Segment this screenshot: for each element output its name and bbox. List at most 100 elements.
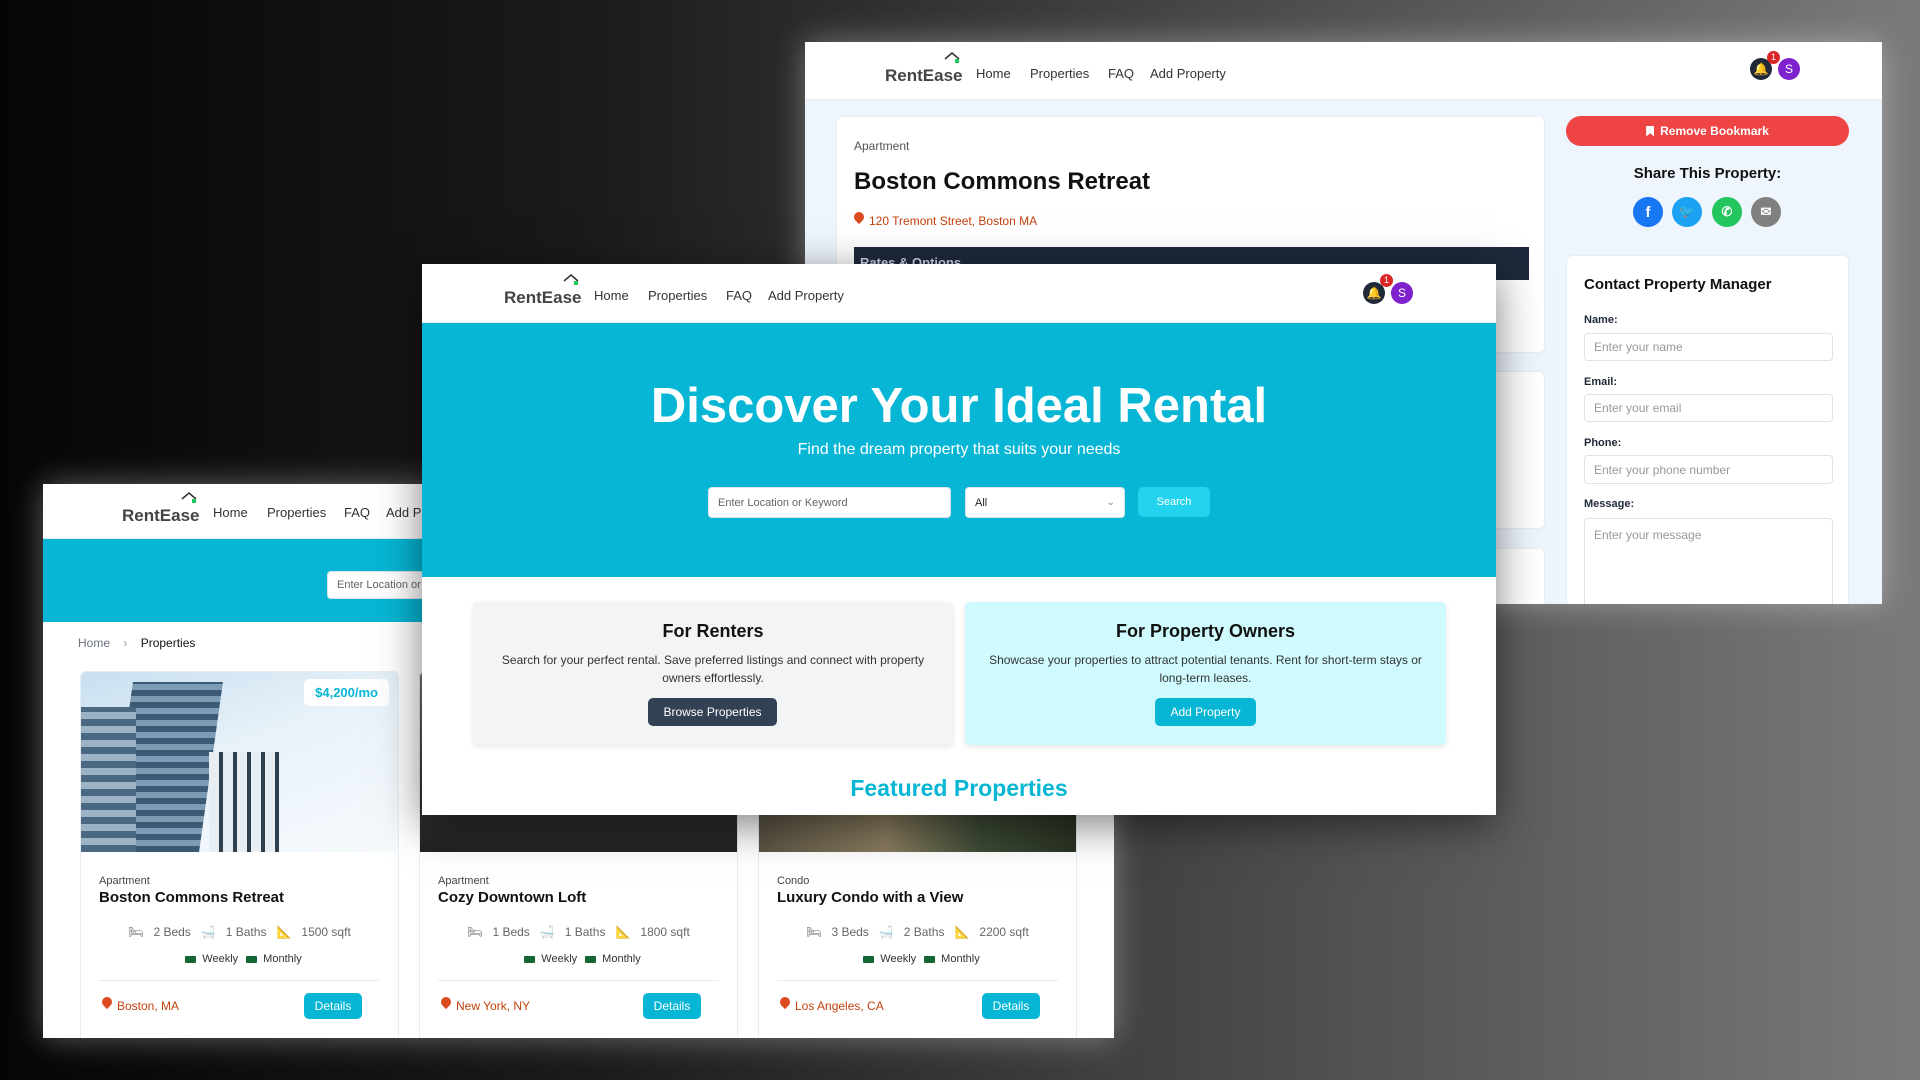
property-address: 120 Tremont Street, Boston MA — [851, 209, 1037, 228]
owners-title: For Property Owners — [1115, 621, 1296, 641]
bed-icon: 🛏 — [806, 925, 822, 939]
rental-terms: Weekly Monthly — [759, 953, 1076, 965]
nav-faq[interactable]: FAQ — [1108, 66, 1134, 81]
breadcrumb-home[interactable]: Home — [78, 636, 110, 650]
building-shape — [209, 752, 279, 852]
contact-title: Contact Property Manager — [1584, 276, 1772, 293]
nav-home[interactable]: Home — [594, 288, 629, 303]
contact-manager-card: Contact Property Manager Name: Enter you… — [1566, 255, 1849, 604]
property-card: $4,200/mo Apartment Boston Commons Retre… — [80, 671, 399, 1038]
nav-properties[interactable]: Properties — [648, 288, 707, 303]
property-type: Condo — [777, 875, 810, 887]
house-icon — [944, 52, 960, 63]
bed-icon: 🛏 — [467, 925, 483, 939]
remove-bookmark-button[interactable]: Remove Bookmark — [1566, 116, 1849, 146]
brand-text: RentEase — [504, 288, 582, 307]
bookmark-icon — [1646, 125, 1655, 137]
hero-section: Discover Your Ideal Rental Find the drea… — [422, 323, 1496, 577]
brand-logo[interactable]: RentEase — [122, 492, 200, 526]
phone-input[interactable]: Enter your phone number — [1584, 455, 1833, 484]
nav-faq[interactable]: FAQ — [726, 288, 752, 303]
renters-text: Search for your perfect rental. Save pre… — [501, 653, 925, 685]
message-label: Message: — [1584, 498, 1635, 510]
navbar: RentEase Home Properties FAQ Add Propert… — [422, 264, 1496, 323]
price-badge: $4,200/mo — [304, 679, 389, 706]
twitter-icon[interactable]: 🐦 — [1672, 197, 1702, 227]
property-specs: 🛏 1 Beds 🛁 1 Baths 📐 1800 sqft — [467, 925, 690, 939]
email-icon[interactable]: ✉ — [1751, 197, 1781, 227]
brand-logo[interactable]: RentEase — [504, 274, 582, 308]
property-location: Boston, MA — [99, 994, 179, 1013]
rental-terms: Weekly Monthly — [81, 953, 398, 965]
nav-properties[interactable]: Properties — [1030, 66, 1089, 81]
property-specs: 🛏 3 Beds 🛁 2 Baths 📐 2200 sqft — [806, 925, 1029, 939]
property-title: Boston Commons Retreat — [854, 168, 1151, 195]
share-heading: Share This Property: — [1633, 165, 1782, 182]
details-button[interactable]: Details — [982, 993, 1040, 1019]
brand-text: RentEase — [122, 506, 200, 525]
owners-card: For Property Owners Showcase your proper… — [965, 602, 1446, 745]
message-textarea[interactable]: Enter your message — [1584, 518, 1833, 604]
browse-properties-button[interactable]: Browse Properties — [648, 698, 777, 726]
house-icon — [563, 274, 579, 285]
chevron-down-icon: ⌄ — [1106, 497, 1115, 508]
phone-label: Phone: — [1584, 437, 1622, 449]
home-window: RentEase Home Properties FAQ Add Propert… — [422, 264, 1496, 815]
property-image: $4,200/mo — [81, 672, 398, 852]
nav-add-property[interactable]: Add Property — [768, 288, 844, 303]
rental-terms: Weekly Monthly — [420, 953, 737, 965]
property-type: Apartment — [438, 875, 489, 887]
avatar[interactable]: S — [1391, 282, 1413, 304]
divider — [438, 980, 719, 981]
nav-add-property[interactable]: Add Property — [1150, 66, 1226, 81]
bath-icon: 🛁 — [200, 925, 216, 939]
nav-properties[interactable]: Properties — [267, 505, 326, 520]
ruler-icon: 📐 — [276, 925, 292, 939]
breadcrumb-current: Properties — [140, 636, 196, 650]
building-shape — [81, 707, 136, 852]
search-button[interactable]: Search — [1138, 487, 1210, 517]
money-icon — [924, 955, 936, 963]
owners-text: Showcase your properties to attract pote… — [989, 653, 1422, 685]
chevron-right-icon: › — [123, 636, 128, 650]
money-icon — [524, 955, 536, 963]
ruler-icon: 📐 — [615, 925, 631, 939]
email-input[interactable]: Enter your email — [1584, 394, 1833, 422]
details-button[interactable]: Details — [304, 993, 362, 1019]
nav-faq[interactable]: FAQ — [344, 505, 370, 520]
nav-home[interactable]: Home — [213, 505, 248, 520]
navbar: RentEase Home Properties FAQ Add Propert… — [805, 42, 1882, 100]
property-title: Luxury Condo with a View — [777, 889, 964, 906]
location-pin-icon — [851, 209, 867, 225]
breadcrumb: Home › Properties — [78, 636, 195, 650]
money-icon — [585, 955, 597, 963]
location-pin-icon — [777, 994, 793, 1010]
property-title: Boston Commons Retreat — [99, 889, 285, 906]
hero-subtitle: Find the dream property that suits your … — [797, 441, 1121, 458]
whatsapp-icon[interactable]: ✆ — [1712, 197, 1742, 227]
property-title: Cozy Downtown Loft — [438, 889, 587, 906]
email-label: Email: — [1584, 376, 1618, 388]
location-pin-icon — [99, 994, 115, 1010]
nav-home[interactable]: Home — [976, 66, 1011, 81]
avatar[interactable]: S — [1778, 58, 1800, 80]
brand-logo[interactable]: RentEase — [885, 52, 963, 86]
facebook-icon[interactable]: f — [1633, 197, 1663, 227]
search-input[interactable]: Enter Location or Keyword — [708, 487, 951, 518]
bath-icon: 🛁 — [878, 925, 894, 939]
brand-text: RentEase — [885, 66, 963, 85]
name-input[interactable]: Enter your name — [1584, 333, 1833, 361]
name-label: Name: — [1584, 314, 1618, 326]
property-type: Apartment — [854, 139, 910, 153]
money-icon — [185, 955, 197, 963]
property-location: Los Angeles, CA — [777, 994, 884, 1013]
money-icon — [246, 955, 258, 963]
add-property-button[interactable]: Add Property — [1155, 698, 1256, 726]
property-type: Apartment — [99, 875, 150, 887]
notification-badge: 1 — [1380, 274, 1393, 287]
type-select[interactable]: All ⌄ — [965, 487, 1125, 518]
details-button[interactable]: Details — [643, 993, 701, 1019]
divider — [99, 980, 380, 981]
property-specs: 🛏 2 Beds 🛁 1 Baths 📐 1500 sqft — [128, 925, 351, 939]
featured-heading: Featured Properties — [850, 775, 1068, 801]
